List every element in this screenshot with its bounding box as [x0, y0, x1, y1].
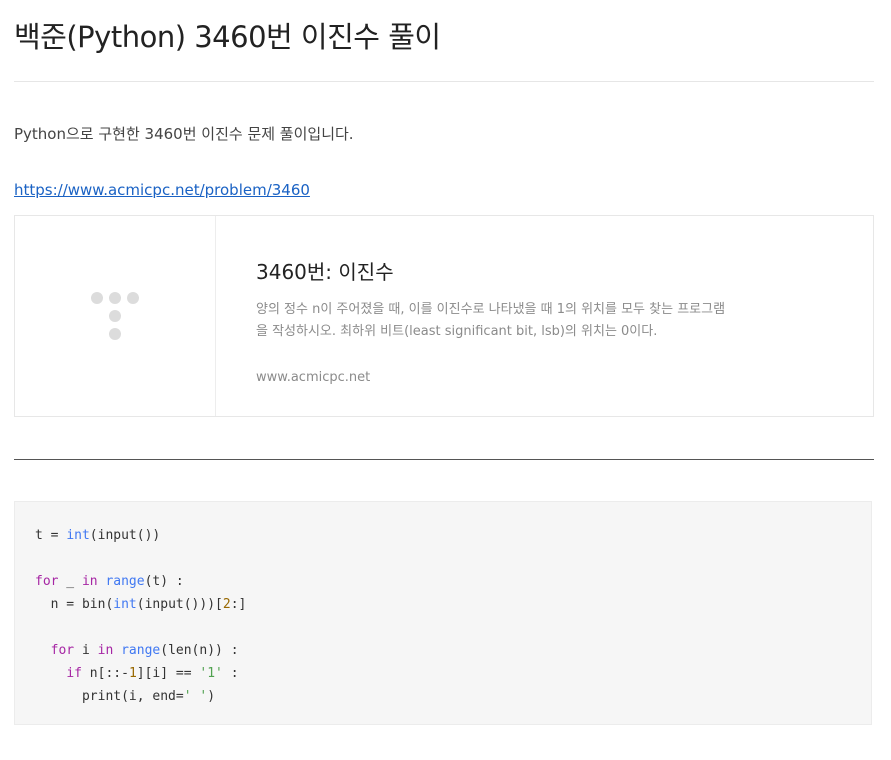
card-domain: www.acmicpc.net: [256, 370, 371, 385]
link-preview-card[interactable]: 3460번: 이진수 양의 정수 n이 주어졌을 때, 이를 이진수로 나타냈을…: [14, 215, 874, 417]
title-divider: [14, 81, 874, 82]
code-content: t = int(input()) for _ in range(t) : n =…: [35, 524, 246, 708]
code-block: t = int(input()) for _ in range(t) : n =…: [14, 501, 872, 725]
problem-link[interactable]: https://www.acmicpc.net/problem/3460: [14, 181, 310, 199]
code-line: t = int(input()): [35, 528, 161, 543]
card-thumbnail: [15, 216, 216, 416]
code-line: for _ in range(t) :: [35, 574, 184, 589]
code-line: n = bin(int(input()))[2:]: [35, 597, 247, 612]
card-description: 양의 정수 n이 주어졌을 때, 이를 이진수로 나타냈을 때 1의 위치를 모…: [256, 302, 726, 339]
section-divider: [14, 459, 874, 460]
post-title: 백준(Python) 3460번 이진수 풀이: [14, 20, 441, 54]
code-line: for i in range(len(n)) :: [50, 643, 239, 658]
post-intro: Python으로 구현한 3460번 이진수 문제 풀이입니다.: [14, 125, 354, 143]
card-title[interactable]: 3460번: 이진수: [256, 256, 394, 285]
code-line: print(i, end=' '): [35, 689, 216, 704]
code-line: if n[::-1][i] == '1' :: [66, 666, 239, 681]
